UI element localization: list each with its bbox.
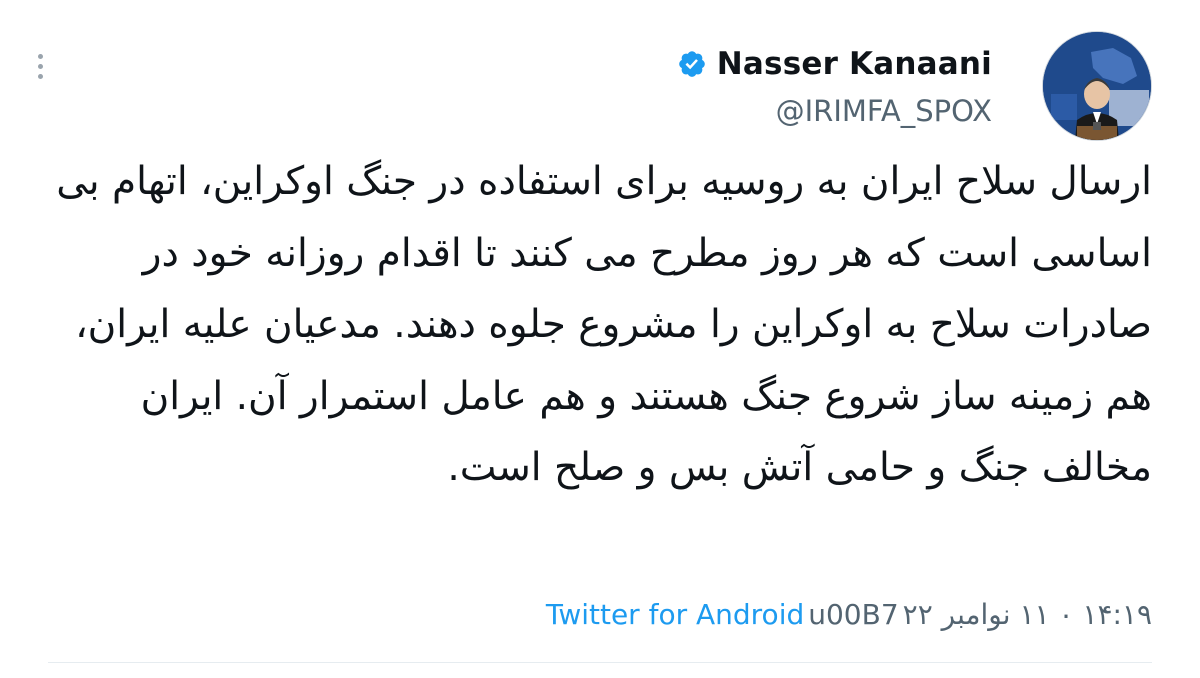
tweet-metadata: Twitter for Android u00B7 ۱۴:۱۹ ۰ ۱۱ نوا… bbox=[546, 598, 1152, 631]
tweet-text: ارسال سلاح ایران به روسیه برای استفاده د… bbox=[56, 159, 1152, 490]
author-handle[interactable]: @IRIMFA_SPOX bbox=[776, 94, 992, 128]
author-display-name[interactable]: Nasser Kanaani bbox=[717, 46, 992, 82]
avatar[interactable] bbox=[1042, 31, 1152, 141]
author-info: Nasser Kanaani @IRIMFA_SPOX bbox=[677, 46, 992, 128]
tweet-header: Nasser Kanaani @IRIMFA_SPOX bbox=[677, 31, 1152, 141]
more-options-dot bbox=[37, 73, 43, 79]
author-name-row[interactable]: Nasser Kanaani bbox=[677, 46, 992, 82]
divider bbox=[48, 662, 1152, 663]
verified-badge-icon bbox=[678, 51, 705, 77]
tweet-source-link[interactable]: Twitter for Android bbox=[546, 598, 804, 631]
more-options-dot bbox=[37, 53, 43, 59]
tweet-timestamp[interactable]: ۱۴:۱۹ ۰ ۱۱ نوامبر ۲۲ bbox=[903, 598, 1152, 631]
avatar-photo bbox=[1043, 32, 1151, 140]
more-options-dot bbox=[37, 63, 43, 69]
meta-separator: u00B7 bbox=[808, 598, 899, 631]
more-options-button[interactable] bbox=[26, 50, 54, 82]
